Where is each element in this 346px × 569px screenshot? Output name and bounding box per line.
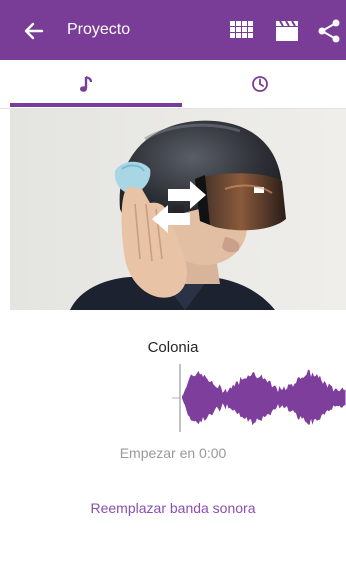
waveform-shape	[182, 369, 346, 426]
replace-soundtrack-button[interactable]: Reemplazar banda sonora	[0, 500, 346, 516]
tab-time[interactable]	[173, 60, 346, 108]
clock-icon	[252, 76, 268, 92]
video-preview-image[interactable]	[10, 109, 346, 310]
share-icon	[318, 19, 340, 43]
back-arrow-icon	[24, 22, 44, 40]
grid-button[interactable]	[229, 18, 255, 44]
tab-bar	[0, 60, 346, 109]
screen: Proyecto Colonia Empezar en 0:00 Reempla…	[0, 0, 346, 569]
app-title: Proyecto	[67, 21, 131, 38]
share-button[interactable]	[316, 18, 342, 44]
tab-indicator	[10, 103, 182, 107]
tab-music[interactable]	[0, 60, 173, 108]
grid-icon	[230, 21, 253, 38]
music-note-icon	[80, 75, 93, 92]
audio-waveform[interactable]	[172, 362, 346, 434]
clapperboard-button[interactable]	[274, 18, 300, 44]
app-bar: Proyecto	[0, 0, 346, 60]
clapperboard-icon	[276, 20, 298, 41]
song-title: Colonia	[147, 339, 199, 356]
start-time-label: Empezar en 0:00	[119, 445, 227, 461]
back-button[interactable]	[22, 19, 46, 43]
